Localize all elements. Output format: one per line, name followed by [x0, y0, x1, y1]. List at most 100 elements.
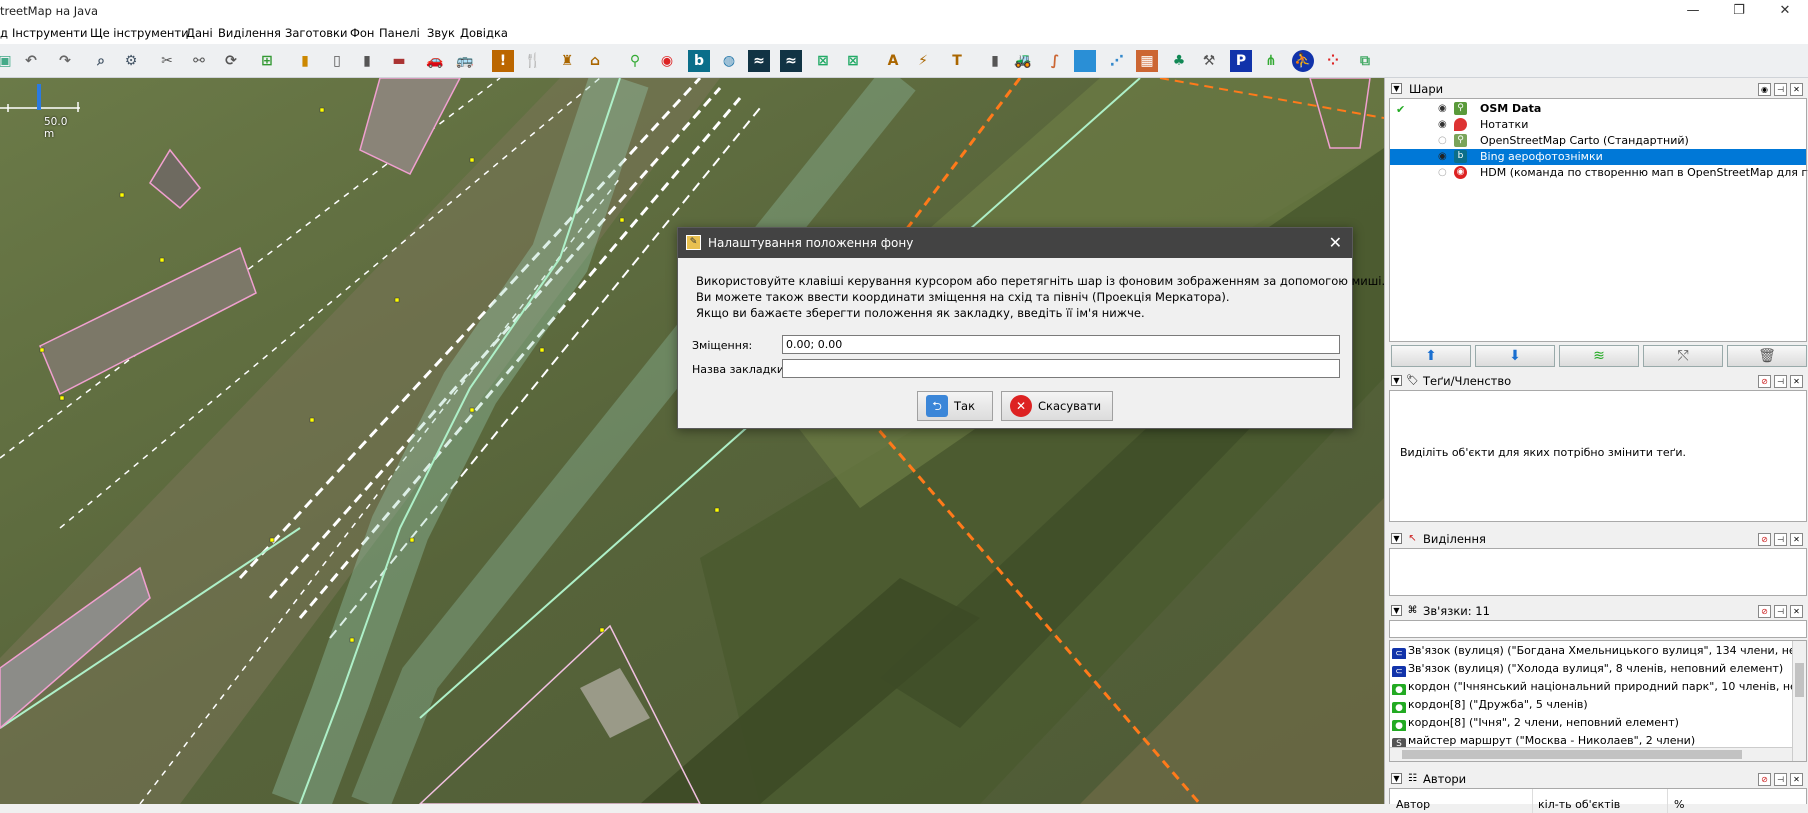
pin-icon[interactable]: ⊣: [1774, 375, 1787, 388]
wall-preset-icon[interactable]: ▬: [388, 50, 410, 72]
preferences-icon[interactable]: ⚙: [120, 50, 142, 72]
cross-icon[interactable]: ⁘: [1322, 50, 1344, 72]
layer-row-osm-data[interactable]: ◉ ⚲ OSM Data: [1390, 101, 1806, 117]
close-panel-icon[interactable]: ✕: [1790, 533, 1803, 546]
pin-icon[interactable]: ⊣: [1774, 605, 1787, 618]
power-line-icon[interactable]: A: [882, 50, 904, 72]
save-icon[interactable]: ▣: [0, 50, 16, 72]
barrier-icon[interactable]: ▮: [984, 50, 1006, 72]
disable-icon[interactable]: ⊘: [1758, 773, 1771, 786]
mine-icon[interactable]: T: [946, 50, 968, 72]
menu-file[interactable]: д: [0, 26, 8, 40]
eye-icon[interactable]: ◉: [1438, 117, 1447, 133]
eye-hidden-icon[interactable]: ○: [1438, 133, 1447, 149]
close-panel-icon[interactable]: ✕: [1790, 605, 1803, 618]
list-item[interactable]: ⊂ Зв'язок (вулиця) ("Богдана Хмельницьког…: [1392, 643, 1796, 659]
activate-layer-button[interactable]: ≋: [1559, 345, 1639, 367]
split-way-icon[interactable]: ✂: [156, 50, 178, 72]
hdm-icon[interactable]: ◉: [656, 50, 678, 72]
eye-icon[interactable]: ◉: [1438, 101, 1447, 117]
layer-row-notes[interactable]: ◉ Нотатки: [1390, 117, 1806, 133]
close-panel-icon[interactable]: ✕: [1790, 83, 1803, 96]
brick-wall-icon[interactable]: ▦: [1136, 50, 1158, 72]
waterway-icon[interactable]: ≈: [748, 50, 770, 72]
collapse-icon[interactable]: ▼: [1391, 83, 1402, 94]
authors-col-count[interactable]: кіл-ть об'єктів: [1538, 798, 1620, 811]
path-curve-icon[interactable]: ∫: [1044, 50, 1066, 72]
layer-row-bing[interactable]: ◉ b Bing аерофотознімки: [1390, 149, 1806, 165]
eye-icon[interactable]: ◉: [1438, 149, 1447, 165]
marsh-icon[interactable]: ⊠: [842, 50, 864, 72]
menu-data[interactable]: Дані: [186, 26, 213, 40]
minimize-button[interactable]: —: [1670, 0, 1716, 24]
list-item[interactable]: ● кордон ("Ічнянський національний природ…: [1392, 679, 1796, 695]
scrollbar-thumb[interactable]: [1795, 663, 1804, 697]
menu-tools[interactable]: Інструменти: [12, 26, 87, 40]
warning-preset-icon[interactable]: !: [492, 50, 514, 72]
food-preset-icon[interactable]: 🍴: [522, 50, 544, 72]
collapse-icon[interactable]: ▼: [1391, 375, 1402, 386]
bing-icon[interactable]: b: [688, 50, 710, 72]
car-preset-icon[interactable]: 🚗: [424, 50, 446, 72]
relations-hscrollbar[interactable]: [1390, 747, 1792, 761]
disable-icon[interactable]: ⊘: [1758, 533, 1771, 546]
ok-button[interactable]: ⮌ Так: [917, 391, 993, 421]
power-tower-icon[interactable]: ⚡: [912, 50, 934, 72]
layers-panel-header[interactable]: ▼ Шари ◉ ⊣ ✕: [1389, 80, 1807, 98]
plugin-icon[interactable]: ⧉: [1354, 50, 1376, 72]
dialog-title-bar[interactable]: ✎ Налаштування положення фону ✕: [678, 228, 1352, 258]
pin-icon[interactable]: ⊣: [1774, 533, 1787, 546]
collapse-icon[interactable]: ▼: [1391, 605, 1402, 616]
zoom-icon[interactable]: ⌕: [90, 50, 112, 72]
list-item[interactable]: ● кордон[8] ("Дружба", 5 членів): [1392, 697, 1796, 713]
authors-col-author[interactable]: Автор: [1396, 798, 1430, 811]
relations-scrollbar[interactable]: [1792, 641, 1806, 761]
cancel-button[interactable]: ✕ Скасувати: [1001, 391, 1113, 421]
hammer-icon[interactable]: ⚒: [1198, 50, 1220, 72]
menu-selection[interactable]: Виділення: [218, 26, 281, 40]
disable-icon[interactable]: ⊘: [1758, 375, 1771, 388]
layer-row-osm-carto[interactable]: ○ ⚲ OpenStreetMap Carto (Стандартний): [1390, 133, 1806, 149]
delete-layer-button[interactable]: 🗑: [1727, 345, 1807, 367]
water-area-icon[interactable]: [1074, 50, 1096, 72]
move-up-button[interactable]: ⬆: [1391, 345, 1471, 367]
menu-more-tools[interactable]: Ще інструменти: [90, 26, 189, 40]
menu-windows[interactable]: Панелі: [379, 26, 420, 40]
reverse-way-icon[interactable]: ⟳: [220, 50, 242, 72]
eye-icon[interactable]: ◉: [1758, 83, 1771, 96]
map-view[interactable]: 50.0 m: [0, 78, 1384, 804]
offset-input[interactable]: [782, 335, 1340, 354]
redo-icon[interactable]: ↷: [54, 50, 76, 72]
collapse-icon[interactable]: ▼: [1391, 773, 1402, 784]
track-preset-icon[interactable]: ▯: [326, 50, 348, 72]
tags-panel-header[interactable]: ▼ 🏷 Теґи/Членство ⊘ ⊣ ✕: [1389, 372, 1807, 390]
factory-preset-icon[interactable]: ⌂: [584, 50, 606, 72]
authors-col-percent[interactable]: %: [1674, 798, 1684, 811]
eye-hidden-icon[interactable]: ○: [1438, 165, 1447, 181]
menu-help[interactable]: Довідка: [460, 26, 508, 40]
orthogonalize-icon[interactable]: ⊞: [256, 50, 278, 72]
list-item[interactable]: ● кордон[8] ("Ічня", 2 члени, неповний ел…: [1392, 715, 1796, 731]
castle-preset-icon[interactable]: ♜: [556, 50, 578, 72]
merge-layer-button[interactable]: ⤲: [1643, 345, 1723, 367]
list-item[interactable]: ⊂ Зв'язок (вулиця) ("Холода вулиця", 8 чл…: [1392, 661, 1796, 677]
path-preset-icon[interactable]: ▮: [356, 50, 378, 72]
restore-button[interactable]: ❐: [1716, 0, 1762, 24]
highway-preset-icon[interactable]: ▮: [294, 50, 316, 72]
close-panel-icon[interactable]: ✕: [1790, 375, 1803, 388]
dialog-close-icon[interactable]: ✕: [1329, 233, 1342, 252]
pin-icon[interactable]: ⊣: [1774, 773, 1787, 786]
hscrollbar-thumb[interactable]: [1402, 750, 1742, 759]
authors-panel-header[interactable]: ▼ ☷ Автори ⊘ ⊣ ✕: [1389, 770, 1807, 788]
river-icon[interactable]: ≈: [780, 50, 802, 72]
disable-icon[interactable]: ⊘: [1758, 605, 1771, 618]
collapse-icon[interactable]: ▼: [1391, 533, 1402, 544]
tractor-icon[interactable]: 🚜: [1012, 50, 1034, 72]
search-icon[interactable]: ⚲: [624, 50, 646, 72]
bus-preset-icon[interactable]: 🚌: [454, 50, 476, 72]
parking-icon[interactable]: P: [1230, 50, 1252, 72]
close-window-button[interactable]: ✕: [1762, 0, 1808, 24]
selection-panel-header[interactable]: ▼ ↖ Виділення ⊘ ⊣ ✕: [1389, 530, 1807, 548]
combine-way-icon[interactable]: ⚯: [188, 50, 210, 72]
globe-icon[interactable]: ◍: [718, 50, 740, 72]
